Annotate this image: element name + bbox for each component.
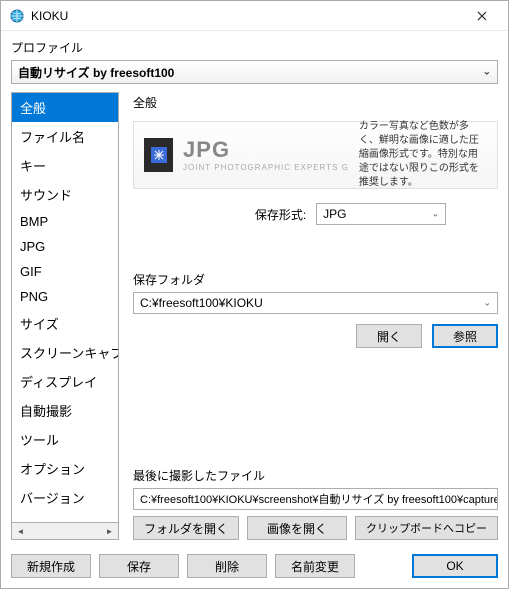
category-item[interactable]: キー — [12, 151, 118, 180]
category-item[interactable]: 自動撮影 — [12, 396, 118, 425]
format-thumbnail — [144, 138, 173, 172]
section-heading: 全般 — [133, 94, 498, 111]
save-format-row: 保存形式: JPG ⌄ — [133, 203, 498, 225]
category-item[interactable]: オプション — [12, 454, 118, 483]
sidebar: 全般ファイル名キーサウンドBMPJPGGIFPNGサイズスクリーンキャプチャディ… — [11, 92, 119, 540]
middle-area: 全般ファイル名キーサウンドBMPJPGGIFPNGサイズスクリーンキャプチャディ… — [11, 92, 498, 540]
save-folder-path: C:¥freesoft100¥KIOKU — [140, 296, 263, 310]
profile-select[interactable]: 自動リサイズ by freesoft100 ⌄ — [11, 60, 498, 84]
save-format-label: 保存形式: — [255, 206, 306, 223]
category-item[interactable]: PNG — [12, 284, 118, 309]
window-title: KIOKU — [31, 9, 462, 23]
save-folder-combo[interactable]: C:¥freesoft100¥KIOKU ⌄ — [133, 292, 498, 314]
category-item[interactable]: BMP — [12, 209, 118, 234]
open-image-button[interactable]: 画像を開く — [247, 516, 347, 540]
category-item[interactable]: ディスプレイ — [12, 367, 118, 396]
folder-button-row: 開く 参照 — [133, 324, 498, 348]
category-item[interactable]: サイズ — [12, 309, 118, 338]
close-button[interactable] — [462, 2, 502, 30]
last-file-path[interactable]: C:¥freesoft100¥KIOKU¥screenshot¥自動リサイズ b… — [133, 488, 498, 510]
file-button-row: フォルダを開く 画像を開く クリップボードへコピー — [133, 516, 498, 540]
delete-button[interactable]: 削除 — [187, 554, 267, 578]
save-folder-label: 保存フォルダ — [133, 271, 498, 288]
save-format-value: JPG — [323, 207, 346, 221]
format-description: カラー写真など色数が多く、鮮明な画像に適した圧縮画像形式です。特別な用途ではない… — [359, 120, 487, 190]
chevron-down-icon: ⌄ — [483, 67, 491, 78]
category-list[interactable]: 全般ファイル名キーサウンドBMPJPGGIFPNGサイズスクリーンキャプチャディ… — [11, 92, 119, 523]
open-folder-button[interactable]: 開く — [356, 324, 422, 348]
category-item[interactable]: GIF — [12, 259, 118, 284]
app-icon — [9, 8, 25, 24]
rename-button[interactable]: 名前変更 — [275, 554, 355, 578]
format-info-box: JPG JOINT PHOTOGRAPHIC EXPERTS G カラー写真など… — [133, 121, 498, 189]
open-folder-button-2[interactable]: フォルダを開く — [133, 516, 239, 540]
new-button[interactable]: 新規作成 — [11, 554, 91, 578]
scroll-right-button[interactable]: ► — [101, 523, 118, 539]
save-format-select[interactable]: JPG ⌄ — [316, 203, 446, 225]
category-item[interactable]: 全般 — [12, 93, 118, 122]
save-button[interactable]: 保存 — [99, 554, 179, 578]
copy-clipboard-button[interactable]: クリップボードへコピー — [355, 516, 498, 540]
last-file-path-text: C:¥freesoft100¥KIOKU¥screenshot¥自動リサイズ b… — [140, 491, 498, 507]
scroll-left-button[interactable]: ◄ — [12, 523, 29, 539]
footer-bar: 新規作成 保存 削除 名前変更 OK — [1, 546, 508, 588]
chevron-down-icon: ⌄ — [432, 209, 440, 220]
category-item[interactable]: JPG — [12, 234, 118, 259]
category-item[interactable]: ツール — [12, 425, 118, 454]
format-title-col: JPG JOINT PHOTOGRAPHIC EXPERTS G — [183, 139, 349, 172]
ok-button[interactable]: OK — [412, 554, 498, 578]
last-file-label: 最後に撮影したファイル — [133, 467, 498, 484]
format-subtitle: JOINT PHOTOGRAPHIC EXPERTS G — [183, 163, 349, 172]
category-item[interactable]: サウンド — [12, 180, 118, 209]
body: プロファイル 自動リサイズ by freesoft100 ⌄ 全般ファイル名キー… — [1, 31, 508, 546]
titlebar: KIOKU — [1, 1, 508, 31]
format-title: JPG — [183, 139, 349, 161]
category-item[interactable]: バージョン — [12, 483, 118, 512]
scroll-track[interactable] — [29, 523, 101, 539]
content-panel: 全般 JPG JOINT PHOTOGRAPHIC EXPERTS G カラー写… — [119, 92, 498, 540]
chevron-down-icon: ⌄ — [483, 298, 491, 309]
browse-folder-button[interactable]: 参照 — [432, 324, 498, 348]
profile-selected-text: 自動リサイズ by freesoft100 — [18, 64, 174, 81]
category-item[interactable]: スクリーンキャプチャ — [12, 338, 118, 367]
profile-label: プロファイル — [11, 39, 498, 56]
category-item[interactable]: ファイル名 — [12, 122, 118, 151]
app-window: KIOKU プロファイル 自動リサイズ by freesoft100 ⌄ 全般フ… — [0, 0, 509, 589]
horizontal-scrollbar[interactable]: ◄ ► — [11, 523, 119, 540]
